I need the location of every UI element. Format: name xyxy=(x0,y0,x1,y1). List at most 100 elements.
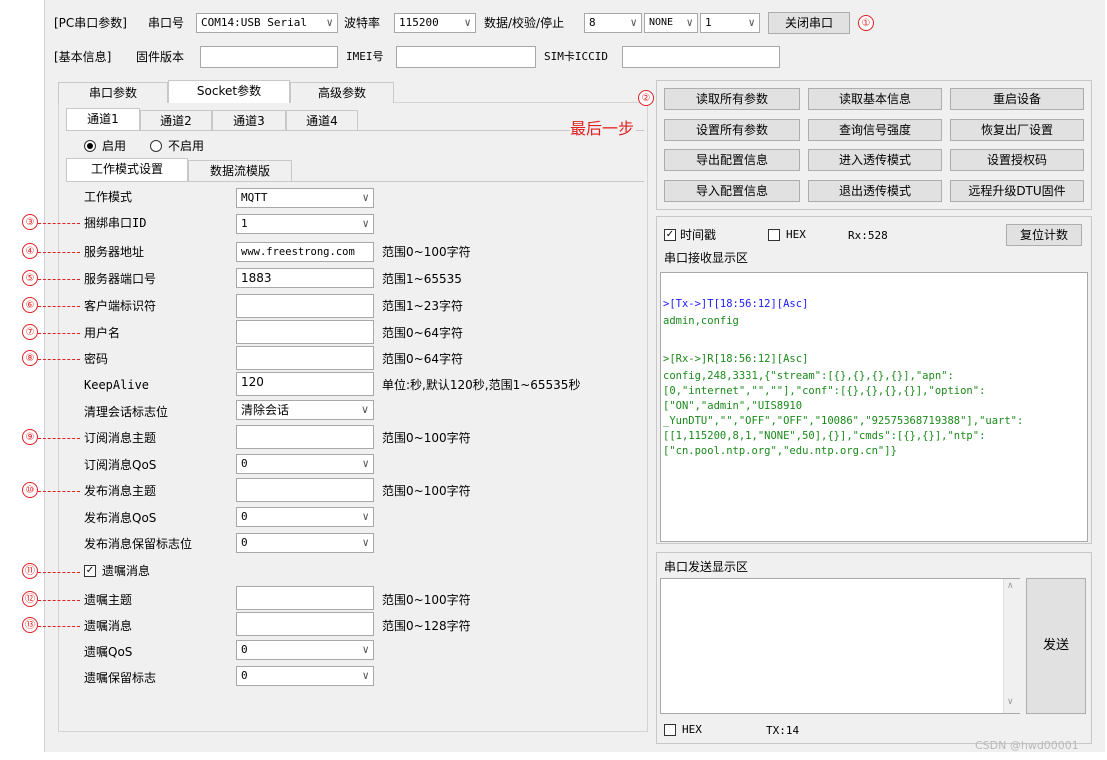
tab-channel-4[interactable]: 通道4 xyxy=(286,110,358,131)
tab-channel-2[interactable]: 通道2 xyxy=(140,110,212,131)
annotation-marker-3: ③ xyxy=(22,214,38,230)
annotation-marker-7: ⑦ xyxy=(22,324,38,340)
bind-id-label: 捆绑串口ID xyxy=(84,216,147,230)
chevron-down-icon: ∨ xyxy=(362,643,369,656)
send-button[interactable]: 发送 xyxy=(1026,578,1086,714)
server-port-input[interactable]: 1883 xyxy=(236,268,374,288)
tab-serial-params[interactable]: 串口参数 xyxy=(58,82,168,103)
will-msg-input[interactable] xyxy=(236,612,374,636)
client-id-hint: 范围1~23字符 xyxy=(382,299,463,313)
rx-log-header: >[Rx->]R[18:56:12][Asc] xyxy=(663,353,809,365)
send-scrollbar[interactable]: ∧ ∨ xyxy=(1003,579,1020,713)
imei-field xyxy=(396,46,536,68)
keepalive-input[interactable]: 120 xyxy=(236,372,374,396)
exit-passthrough-button[interactable]: 退出透传模式 xyxy=(808,180,942,202)
annotation-dash xyxy=(38,223,80,224)
pub-topic-input[interactable] xyxy=(236,478,374,502)
enable-radio[interactable] xyxy=(84,140,96,152)
will-qos-select[interactable]: 0 ∨ xyxy=(236,640,374,660)
close-port-button[interactable]: 关闭串口 xyxy=(768,12,850,34)
import-config-button[interactable]: 导入配置信息 xyxy=(664,180,800,202)
tab-work-mode[interactable]: 工作模式设置 xyxy=(66,158,188,181)
tab-channel-1[interactable]: 通道1 xyxy=(66,108,140,131)
will-topic-input[interactable] xyxy=(236,586,374,610)
annotation-dash xyxy=(38,572,80,573)
pub-retain-select[interactable]: 0 ∨ xyxy=(236,533,374,553)
password-input[interactable] xyxy=(236,346,374,370)
keepalive-hint: 单位:秒,默认120秒,范围1~65535秒 xyxy=(382,378,581,392)
stop-bits-select[interactable]: 1 ∨ xyxy=(700,13,760,33)
pub-qos-select[interactable]: 0 ∨ xyxy=(236,507,374,527)
read-all-params-button[interactable]: 读取所有参数 xyxy=(664,88,800,110)
tab-channel-3[interactable]: 通道3 xyxy=(212,110,286,131)
will-enable-checkbox[interactable]: ✓ xyxy=(84,565,96,577)
chevron-down-icon: ∨ xyxy=(748,16,755,29)
disable-radio[interactable] xyxy=(150,140,162,152)
sub-qos-select[interactable]: 0 ∨ xyxy=(236,454,374,474)
annotation-marker-12: ⑫ xyxy=(22,591,38,607)
parity-select[interactable]: NONE ∨ xyxy=(644,13,698,33)
work-mode-select[interactable]: MQTT ∨ xyxy=(236,188,374,208)
set-all-params-button[interactable]: 设置所有参数 xyxy=(664,119,800,141)
chevron-down-icon: ∨ xyxy=(360,403,369,416)
port-select[interactable]: COM14:USB Serial ∨ xyxy=(196,13,338,33)
export-config-button[interactable]: 导出配置信息 xyxy=(664,149,800,171)
iccid-label: SIM卡ICCID xyxy=(544,50,608,63)
iccid-field xyxy=(622,46,780,68)
will-enable-label: 遗嘱消息 xyxy=(102,564,151,578)
chevron-down-icon: ∨ xyxy=(362,217,369,230)
will-qos-label: 遗嘱QoS xyxy=(84,645,133,659)
tab-dataflow-template[interactable]: 数据流模版 xyxy=(188,160,292,181)
chevron-down-icon: ∨ xyxy=(464,16,471,29)
read-basic-info-button[interactable]: 读取基本信息 xyxy=(808,88,942,110)
factory-reset-button[interactable]: 恢复出厂设置 xyxy=(950,119,1084,141)
baud-select[interactable]: 115200 ∨ xyxy=(394,13,476,33)
will-retain-label: 遗嘱保留标志 xyxy=(84,671,157,685)
username-hint: 范围0~64字符 xyxy=(382,326,463,340)
set-auth-code-button[interactable]: 设置授权码 xyxy=(950,149,1084,171)
tab-advanced-params[interactable]: 高级参数 xyxy=(290,82,394,103)
remote-upgrade-button[interactable]: 远程升级DTU固件 xyxy=(950,180,1084,202)
annotation-marker-13: ⑬ xyxy=(22,617,38,633)
password-hint: 范围0~64字符 xyxy=(382,352,463,366)
reset-count-button[interactable]: 复位计数 xyxy=(1006,224,1082,246)
bind-id-select[interactable]: 1 ∨ xyxy=(236,214,374,234)
will-retain-select[interactable]: 0 ∨ xyxy=(236,666,374,686)
firmware-label: 固件版本 xyxy=(136,50,185,64)
timestamp-checkbox[interactable]: ✓ xyxy=(664,229,676,241)
scroll-down-icon[interactable]: ∨ xyxy=(1007,697,1014,707)
username-label: 用户名 xyxy=(84,326,121,340)
client-id-label: 客户端标识符 xyxy=(84,299,157,313)
scroll-up-icon[interactable]: ∧ xyxy=(1007,581,1014,591)
annotation-marker-10: ⑩ xyxy=(22,482,38,498)
chevron-down-icon: ∨ xyxy=(362,536,369,549)
server-addr-hint: 范围0~100字符 xyxy=(382,245,471,259)
annotation-dash xyxy=(38,306,80,307)
query-signal-button[interactable]: 查询信号强度 xyxy=(808,119,942,141)
enter-passthrough-button[interactable]: 进入透传模式 xyxy=(808,149,942,171)
chevron-down-icon: ∨ xyxy=(362,457,369,470)
send-input[interactable] xyxy=(660,578,1020,714)
pub-qos-label: 发布消息QoS xyxy=(84,511,157,525)
annotation-dash xyxy=(38,438,80,439)
server-addr-input[interactable]: www.freestrong.com xyxy=(236,242,374,262)
username-input[interactable] xyxy=(236,320,374,344)
tx-hex-checkbox[interactable] xyxy=(664,724,676,736)
will-topic-label: 遗嘱主题 xyxy=(84,593,133,607)
data-bits-select[interactable]: 8 ∨ xyxy=(584,13,642,33)
chevron-down-icon: ∨ xyxy=(326,16,333,29)
annotation-marker-9: ⑨ xyxy=(22,429,38,445)
watermark: CSDN @hwd00001 xyxy=(975,739,1079,752)
rx-hex-checkbox[interactable] xyxy=(768,229,780,241)
annotation-dash xyxy=(38,359,80,360)
port-label: 串口号 xyxy=(148,16,185,30)
sub-topic-input[interactable] xyxy=(236,425,374,449)
clean-session-select[interactable]: 清除会话 ∨ xyxy=(236,400,374,420)
chevron-down-icon: ∨ xyxy=(686,16,693,29)
sub-topic-label: 订阅消息主题 xyxy=(84,431,157,445)
disable-label: 不启用 xyxy=(168,139,205,153)
client-id-input[interactable] xyxy=(236,294,374,318)
tab-socket-params[interactable]: Socket参数 xyxy=(168,80,290,103)
restart-device-button[interactable]: 重启设备 xyxy=(950,88,1084,110)
rx-log-body: config,248,3331,{"stream":[{},{},{},{}],… xyxy=(663,370,1024,457)
